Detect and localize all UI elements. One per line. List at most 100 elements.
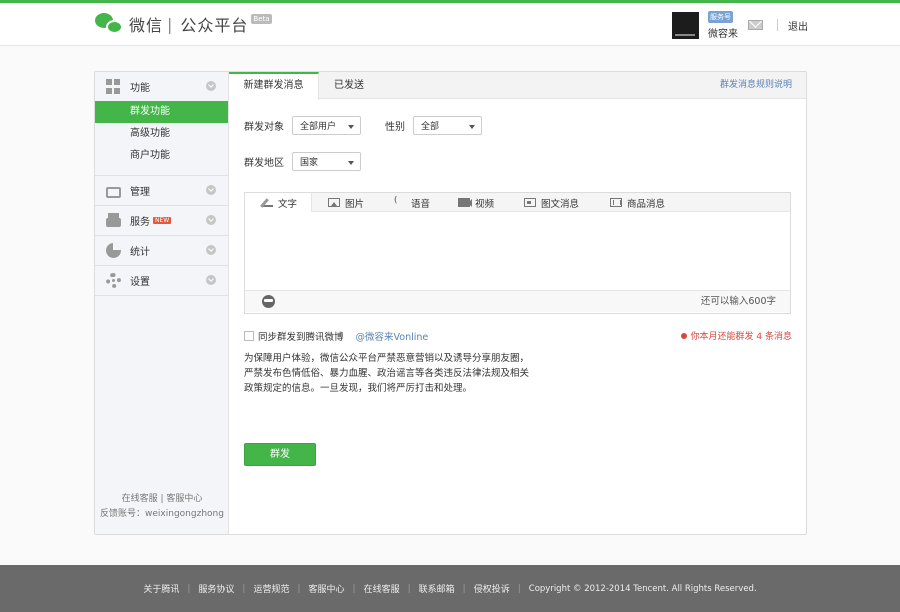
footer-divider: |: [407, 583, 411, 594]
main-panel: 功能 群发功能 高级功能 商户功能 管理 服务 NEW 统计 设置 在线客服 |…: [94, 71, 807, 535]
online-support-link[interactable]: 在线客服: [122, 494, 158, 504]
footer-link-contact[interactable]: 联系邮箱: [419, 582, 455, 595]
sidebar-item-merchant[interactable]: 商户功能: [95, 145, 228, 167]
mail-icon[interactable]: [748, 20, 763, 30]
tab-sent[interactable]: 已发送: [319, 72, 379, 99]
editor-tab-text[interactable]: 文字: [245, 193, 312, 212]
video-icon: [458, 198, 472, 207]
logo-divider: |: [167, 14, 173, 34]
editor-tab-news[interactable]: 图文消息: [508, 193, 594, 212]
footer-divider: |: [352, 583, 356, 594]
region-value: 国家: [300, 158, 319, 168]
gender-select[interactable]: 全部: [413, 116, 482, 135]
footer-divider: |: [160, 494, 164, 504]
caret-down-icon: [469, 125, 475, 129]
sidebar-item-label: 统计: [130, 247, 150, 258]
gender-label: 性别: [385, 122, 405, 133]
gear-icon: [106, 273, 121, 288]
editor-tab-label: 视频: [475, 198, 495, 210]
footer-link-about[interactable]: 关于腾讯: [143, 582, 179, 595]
account-name[interactable]: 微容来: [708, 25, 738, 40]
sidebar-sublist: 群发功能 高级功能 商户功能: [95, 101, 228, 175]
remaining-text: 你本月还能群发 4 条消息: [690, 332, 792, 342]
chevron-icon: [206, 81, 216, 91]
avatar[interactable]: [672, 11, 699, 39]
sidebar-item-advanced[interactable]: 高级功能: [95, 123, 228, 145]
editor-tab-voice[interactable]: 语音: [378, 193, 442, 212]
support-center-link[interactable]: 客服中心: [166, 494, 202, 504]
tab-bar: 新建群发消息 已发送 群发消息规则说明: [229, 72, 806, 100]
sidebar-item-mass-send[interactable]: 群发功能: [95, 101, 228, 123]
footer-link-agreement[interactable]: 服务协议: [198, 582, 234, 595]
editor-tab-goods[interactable]: 商品消息: [594, 193, 684, 212]
sidebar-item-settings[interactable]: 设置: [95, 266, 228, 295]
sidebar-item-manage[interactable]: 管理: [95, 176, 228, 205]
footer-link-infringement[interactable]: 侵权投诉: [474, 582, 510, 595]
news-icon: [524, 198, 536, 207]
sidebar-item-stats[interactable]: 统计: [95, 236, 228, 265]
footer-divider: |: [242, 583, 246, 594]
send-button[interactable]: 群发: [244, 443, 316, 466]
chevron-icon: [206, 185, 216, 195]
editor-tab-label: 语音: [411, 198, 431, 210]
grid-icon: [106, 79, 121, 94]
pen-icon: [261, 198, 273, 207]
sidebar-group-service: 服务 NEW: [95, 206, 228, 236]
footer-link-rules[interactable]: 运营规范: [253, 582, 289, 595]
sidebar-group-function: 功能 群发功能 高级功能 商户功能: [95, 72, 228, 176]
gender-value: 全部: [421, 122, 440, 132]
editor-tab-label: 图文消息: [541, 198, 580, 210]
copyright: Copyright © 2012-2014 Tencent. All Right…: [528, 583, 757, 594]
emoji-icon[interactable]: [262, 295, 275, 308]
footer-divider: |: [187, 583, 191, 594]
target-label: 群发对象: [244, 122, 284, 133]
header: 微信 | 公众平台 Beta 服务号 微容来 退出: [0, 3, 900, 46]
sidebar-item-function[interactable]: 功能: [95, 72, 228, 101]
tab-new-mass-message[interactable]: 新建群发消息: [229, 72, 319, 100]
editor-footer: 还可以输入600字: [245, 290, 790, 312]
sidebar-item-service[interactable]: 服务 NEW: [95, 206, 228, 235]
notice-line: 为保障用户体验，微信公众平台严禁恶意营销以及诱导分享朋友圈，: [244, 353, 530, 364]
editor-tab-label: 商品消息: [627, 198, 666, 210]
header-divider: [777, 19, 778, 31]
sidebar-footer: 在线客服 | 客服中心 反馈账号：weixingongzhong: [95, 492, 229, 522]
tray-icon: [106, 186, 121, 198]
sync-weibo-label[interactable]: 同步群发到腾讯微博: [258, 329, 344, 343]
rules-link[interactable]: 群发消息规则说明: [720, 72, 792, 99]
sidebar-item-label: 管理: [130, 187, 150, 198]
target-select[interactable]: 全部用户: [292, 116, 361, 135]
footer-divider: |: [517, 583, 521, 594]
char-counter: 还可以输入600字: [700, 296, 776, 307]
footer-link-online-support[interactable]: 在线客服: [364, 582, 400, 595]
beta-badge: Beta: [251, 14, 272, 24]
sidebar-group-stats: 统计: [95, 236, 228, 266]
account-info: 服务号 微容来: [708, 10, 738, 40]
footer-link-support-center[interactable]: 客服中心: [309, 582, 345, 595]
logout-link[interactable]: 退出: [788, 18, 808, 33]
sidebar-group-settings: 设置: [95, 266, 228, 296]
feedback-account: 反馈账号：weixingongzhong: [100, 509, 224, 519]
region-select[interactable]: 国家: [292, 152, 361, 171]
caret-down-icon: [348, 125, 354, 129]
logo-text: 微信: [129, 16, 164, 35]
editor-tab-image[interactable]: 图片: [312, 193, 378, 212]
message-textarea[interactable]: [245, 212, 790, 290]
editor-tab-label: 图片: [345, 198, 365, 210]
image-icon: [328, 198, 340, 207]
editor-tab-video[interactable]: 视频: [442, 193, 508, 212]
sidebar-item-label: 服务: [130, 217, 150, 228]
sidebar-group-manage: 管理: [95, 176, 228, 206]
content-area: 新建群发消息 已发送 群发消息规则说明 群发对象 全部用户 性别 全部 群发地区…: [229, 72, 806, 534]
logo-subtitle: 公众平台: [180, 16, 249, 35]
region-row: 群发地区 国家: [244, 152, 361, 171]
sidebar: 功能 群发功能 高级功能 商户功能 管理 服务 NEW 统计 设置 在线客服 |…: [95, 72, 229, 534]
goods-icon: [610, 198, 622, 207]
sync-weibo-checkbox[interactable]: [244, 331, 254, 341]
caret-down-icon: [348, 161, 354, 165]
target-row: 群发对象 全部用户 性别 全部: [244, 116, 482, 135]
sidebar-item-label: 功能: [130, 83, 150, 94]
footer-divider: |: [297, 583, 301, 594]
account-area: 服务号 微容来 退出: [672, 10, 808, 40]
logo[interactable]: 微信 | 公众平台 Beta: [95, 11, 272, 37]
weibo-handle-link[interactable]: @微容来Vonline: [356, 329, 429, 343]
